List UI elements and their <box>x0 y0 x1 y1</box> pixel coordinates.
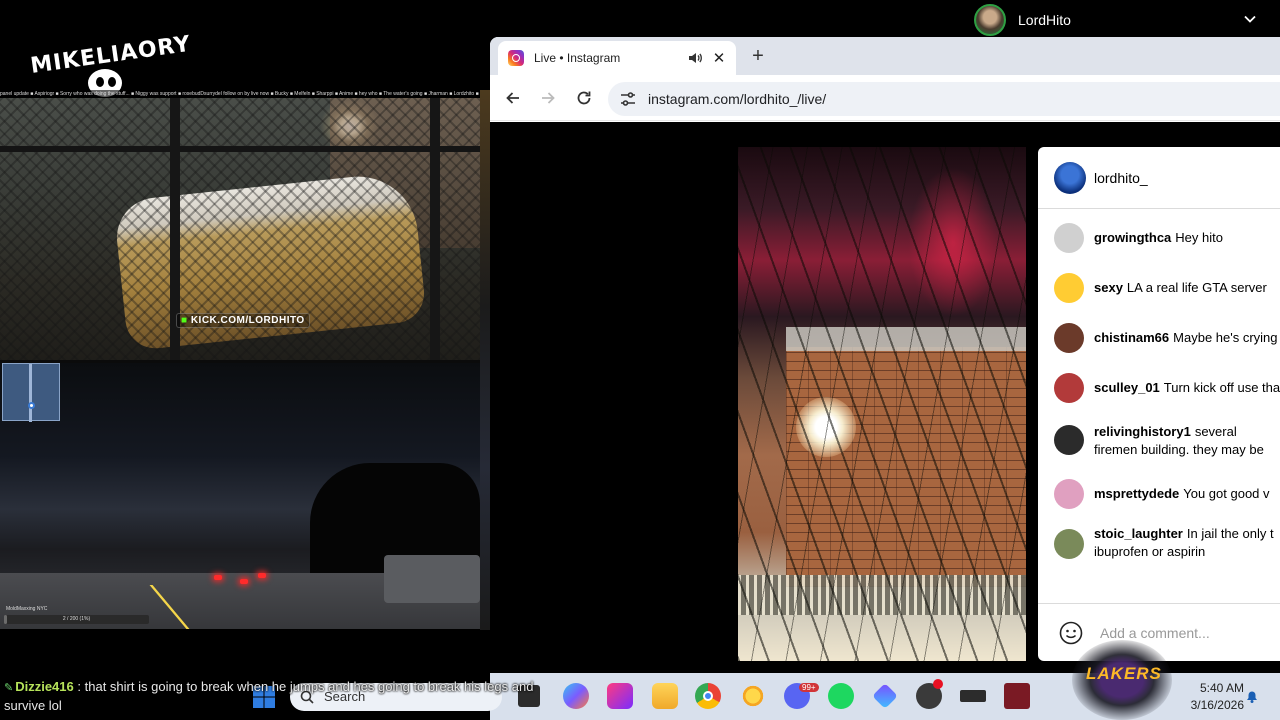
comment-text: relivinghistory1 several firemen building… <box>1094 423 1280 459</box>
car-taillight <box>258 573 266 578</box>
chat-separator: : <box>77 679 82 694</box>
kick-url-badge: ■ KICK.COM/LORDHITO <box>176 313 310 328</box>
stream-chat-message: ✎ Dizzie416 : that shirt is going to brea… <box>4 678 544 715</box>
comment-avatar[interactable] <box>1054 323 1084 353</box>
copilot-icon[interactable] <box>563 683 589 709</box>
location-dot-icon <box>28 402 35 409</box>
app-tray-icon[interactable] <box>960 690 986 702</box>
comment-username[interactable]: stoic_laughter <box>1094 526 1183 541</box>
comment-avatar[interactable] <box>1054 273 1084 303</box>
spotify-icon[interactable] <box>828 683 854 709</box>
speaker-icon[interactable] <box>688 51 702 65</box>
back-arrow-icon[interactable] <box>504 89 522 107</box>
tab-instagram-live[interactable]: Live • Instagram ✕ <box>498 41 736 75</box>
browser-window: Live • Instagram ✕ + instagram.com/lordh… <box>490 37 1280 673</box>
navigation-bar: instagram.com/lordhito_/live/ <box>490 75 1280 121</box>
system-clock[interactable]: 5:40 AM 3/16/2026 <box>1166 680 1244 714</box>
emoji-icon[interactable] <box>1059 621 1083 645</box>
comment-username[interactable]: sexy <box>1094 280 1123 295</box>
browser-profile[interactable]: LordHito <box>974 4 1071 36</box>
comment-username[interactable]: growingthca <box>1094 230 1171 245</box>
comment-input[interactable]: Add a comment... <box>1100 625 1210 641</box>
discord-notification-badge: 99+ <box>799 683 819 692</box>
progress-text: 2 / 200 (1%) <box>62 616 91 622</box>
file-explorer-icon[interactable] <box>652 683 678 709</box>
close-tab-icon[interactable]: ✕ <box>712 49 726 67</box>
host-avatar[interactable] <box>1054 162 1086 194</box>
comment-body: Turn kick off use tha <box>1163 380 1280 395</box>
tab-strip: Live • Instagram ✕ + <box>490 37 1280 75</box>
comment-avatar[interactable] <box>1054 479 1084 509</box>
recording-dot-icon <box>933 679 943 689</box>
tab-title: Live • Instagram <box>534 51 621 65</box>
side-strip <box>480 90 490 630</box>
fence-rail <box>0 146 480 152</box>
clock-date: 3/16/2026 <box>1190 698 1244 712</box>
channel-logo: MIKELIAORY <box>27 14 194 102</box>
comment-username[interactable]: msprettydede <box>1094 486 1179 501</box>
kick-url-text: KICK.COM/LORDHITO <box>190 315 305 326</box>
live-video[interactable] <box>738 147 1026 661</box>
chrome-center <box>703 691 713 701</box>
lakers-logo: LAKERS <box>1072 640 1172 720</box>
lakers-text: LAKERS <box>1086 664 1162 683</box>
comment-avatar[interactable] <box>1054 425 1084 455</box>
app-red-icon[interactable] <box>1004 683 1030 709</box>
comment-body: You got good v <box>1183 486 1270 501</box>
comment-body: Maybe he's crying <box>1173 330 1278 345</box>
comment-text: stoic_laughter In jail the only t ibuprof… <box>1094 525 1280 561</box>
comment-body: Hey hito <box>1175 230 1223 245</box>
weather-icon[interactable] <box>740 683 766 709</box>
live-chat-panel: lordhito_ growingthca Hey hito sexy LA a r… <box>1038 147 1280 661</box>
comment-avatar[interactable] <box>1054 373 1084 403</box>
obs-icon[interactable] <box>916 679 943 709</box>
comment-text: chistinam66 Maybe he's crying <box>1094 329 1280 347</box>
comment-text: growingthca Hey hito <box>1094 229 1280 247</box>
profile-name: LordHito <box>1018 12 1071 28</box>
new-tab-button[interactable]: + <box>746 45 770 69</box>
comment-text: msprettydede You got good v <box>1094 485 1280 503</box>
user-icon: ✎ <box>4 682 14 694</box>
site-settings-icon[interactable] <box>620 92 636 106</box>
comment-text: sculley_01 Turn kick off use tha <box>1094 379 1280 397</box>
comment-username[interactable]: relivinghistory1 <box>1094 424 1191 439</box>
profile-avatar <box>974 4 1006 36</box>
car-taillight <box>214 575 222 580</box>
chat-text: that shirt is going to break when he jum… <box>4 679 534 713</box>
chrome-icon[interactable] <box>695 683 721 709</box>
address-bar[interactable]: instagram.com/lordhito_/live/ <box>608 82 1280 116</box>
live-host-header: lordhito_ <box>1038 147 1280 209</box>
notification-bell-icon[interactable] <box>1244 688 1260 704</box>
comment-username[interactable]: sculley_01 <box>1094 380 1160 395</box>
instagram-live-page: lordhito_ growingthca Hey hito sexy LA a r… <box>490 122 1280 673</box>
chat-username: Dizzie416 <box>15 679 74 694</box>
comment-avatar[interactable] <box>1054 529 1084 559</box>
fence-post <box>430 98 440 360</box>
screen: MIKELIAORY panel update ■ Aspiriogr ■ So… <box>0 0 1280 720</box>
picsart-icon[interactable] <box>607 683 633 709</box>
chevron-down-icon[interactable] <box>1243 12 1257 26</box>
truck <box>384 555 480 603</box>
goal-progress-bar: 2 / 200 (1%) <box>4 615 149 624</box>
stream-ticker: panel update ■ Aspiriogr ■ Sorry who was… <box>0 90 480 98</box>
car-taillight <box>240 579 248 584</box>
clock-time: 5:40 AM <box>1199 681 1244 695</box>
host-username[interactable]: lordhito_ <box>1094 170 1148 186</box>
comment-text: sexy LA a real life GTA server <box>1094 279 1280 297</box>
camera-bottom-feed <box>0 363 480 629</box>
url-text: instagram.com/lordhito_/live/ <box>648 91 827 107</box>
minimap <box>2 363 60 422</box>
progress-label: MoldMaxxing NYC <box>6 606 48 612</box>
forward-arrow-icon[interactable] <box>539 89 557 107</box>
vines <box>738 147 1026 661</box>
instagram-icon <box>508 50 524 66</box>
comment-body: LA a real life GTA server <box>1126 280 1267 295</box>
comment-avatar[interactable] <box>1054 223 1084 253</box>
comment-username[interactable]: chistinam66 <box>1094 330 1169 345</box>
reload-icon[interactable] <box>575 89 593 107</box>
